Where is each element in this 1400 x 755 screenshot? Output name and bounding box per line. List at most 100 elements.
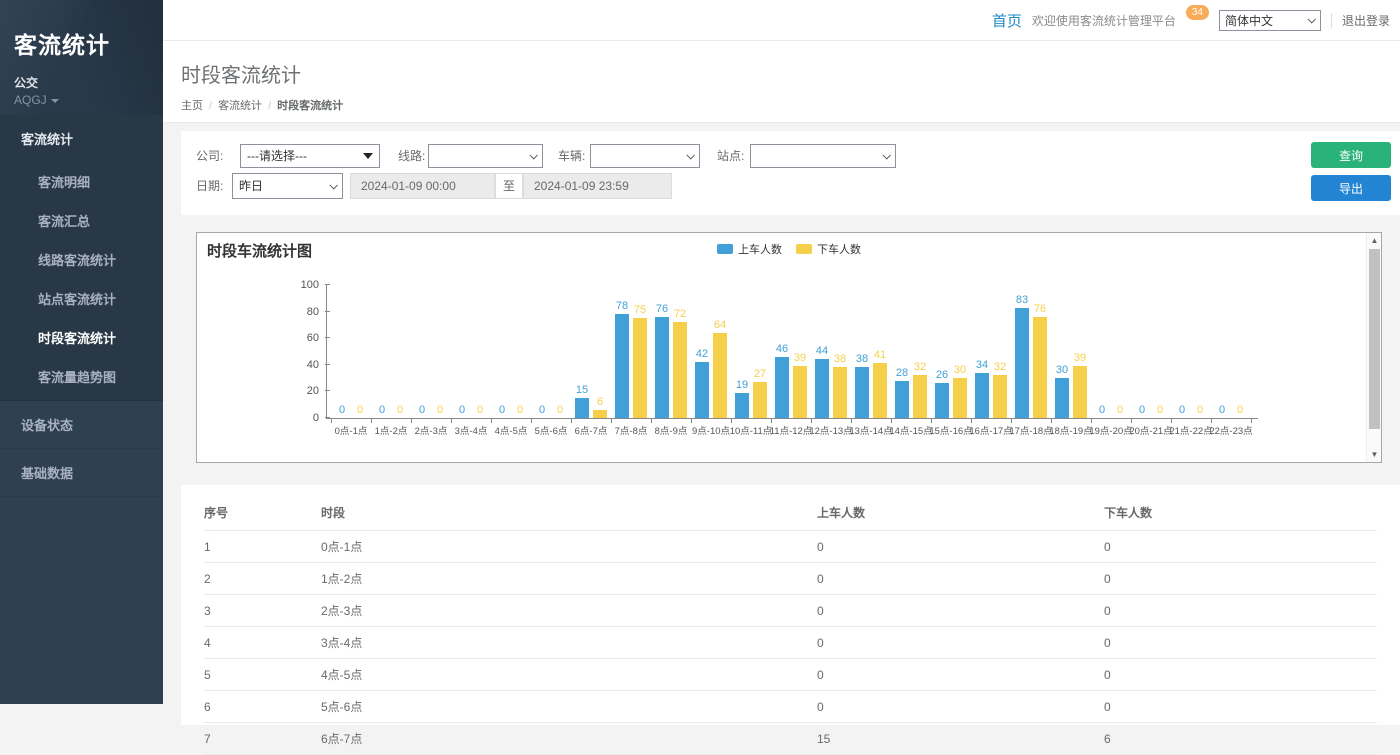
language-select[interactable]: 简体中文 bbox=[1219, 10, 1321, 31]
x-axis-label: 4点-5点 bbox=[495, 423, 528, 437]
bar-wrap: 0 bbox=[1135, 285, 1149, 418]
sidebar-subitem[interactable]: 站点客流统计 bbox=[0, 279, 163, 318]
bar-下车人数 bbox=[713, 333, 727, 418]
bar-上车人数 bbox=[1015, 308, 1029, 418]
user-menu[interactable]: AQGJ bbox=[14, 93, 149, 107]
bar-value-label: 0 bbox=[499, 404, 505, 416]
sidebar-subitem[interactable]: 客流汇总 bbox=[0, 201, 163, 240]
date-end-input[interactable]: 2024-01-09 23:59 bbox=[523, 173, 672, 199]
y-axis: 020406080100 bbox=[289, 285, 319, 418]
bar-value-label: 0 bbox=[437, 404, 443, 416]
bar-value-label: 28 bbox=[896, 367, 908, 379]
bar-value-label: 0 bbox=[1157, 404, 1163, 416]
bar-value-label: 27 bbox=[754, 368, 766, 380]
bar-下车人数 bbox=[1033, 317, 1047, 418]
legend-item[interactable]: 下车人数 bbox=[796, 241, 861, 257]
table-cell: 2 bbox=[204, 563, 321, 595]
sidebar-item-1[interactable]: 设备状态 bbox=[0, 401, 163, 448]
sidebar-section-2: 基础数据 bbox=[0, 449, 163, 497]
chevron-down-icon bbox=[51, 99, 59, 103]
x-axis-label: 20点-21点 bbox=[1129, 423, 1172, 437]
sidebar-subitem[interactable]: 客流量趋势图 bbox=[0, 357, 163, 400]
bar-value-label: 34 bbox=[976, 359, 988, 371]
bar-上车人数 bbox=[975, 373, 989, 418]
x-tick-mark bbox=[891, 419, 892, 423]
x-tick-mark bbox=[771, 419, 772, 423]
home-link[interactable]: 首页 bbox=[992, 10, 1022, 31]
table-cell: 0 bbox=[1104, 691, 1377, 723]
bar-wrap: 0 bbox=[393, 285, 407, 418]
x-axis-line bbox=[326, 418, 1258, 419]
y-axis-label: 0 bbox=[313, 412, 319, 424]
chart-scrollbar[interactable]: ▲ ▼ bbox=[1366, 233, 1381, 462]
bar-wrap: 0 bbox=[495, 285, 509, 418]
table-row: 43点-4点00 bbox=[204, 627, 1377, 659]
x-tick-mark bbox=[651, 419, 652, 423]
chart-bar-group: 0019点-20点 bbox=[1091, 285, 1131, 418]
bar-wrap: 0 bbox=[375, 285, 389, 418]
logout-link[interactable]: 退出登录 bbox=[1342, 12, 1390, 29]
x-tick-mark bbox=[611, 419, 612, 423]
sidebar-item-2[interactable]: 基础数据 bbox=[0, 449, 163, 496]
chart-bar-group: 78757点-8点 bbox=[611, 285, 651, 418]
chevron-down-icon bbox=[686, 151, 694, 159]
bar-value-label: 0 bbox=[539, 404, 545, 416]
bar-value-label: 42 bbox=[696, 348, 708, 360]
x-axis-label: 11点-12点 bbox=[770, 423, 813, 437]
line-select[interactable] bbox=[428, 144, 543, 168]
bar-下车人数 bbox=[833, 367, 847, 418]
chevron-down-icon bbox=[529, 151, 537, 159]
legend-item[interactable]: 上车人数 bbox=[717, 241, 782, 257]
company-select[interactable]: ---请选择--- bbox=[240, 144, 380, 168]
table-row: 21点-2点00 bbox=[204, 563, 1377, 595]
notification-badge[interactable]: 34 bbox=[1186, 5, 1209, 20]
x-axis-label: 6点-7点 bbox=[575, 423, 608, 437]
x-axis-label: 2点-3点 bbox=[415, 423, 448, 437]
scroll-up-icon[interactable]: ▲ bbox=[1367, 233, 1382, 248]
x-tick-mark bbox=[531, 419, 532, 423]
date-preset-select[interactable]: 昨日 bbox=[232, 173, 343, 199]
scroll-down-icon[interactable]: ▼ bbox=[1367, 447, 1382, 462]
bar-上车人数 bbox=[1055, 378, 1069, 418]
table-header-cell: 上车人数 bbox=[817, 495, 1104, 531]
x-tick-mark bbox=[971, 419, 972, 423]
bar-value-label: 38 bbox=[834, 353, 846, 365]
sidebar-subitem[interactable]: 客流明细 bbox=[0, 162, 163, 201]
sidebar-subitem[interactable]: 时段客流统计 bbox=[0, 318, 163, 357]
x-axis-label: 17点-18点 bbox=[1009, 423, 1052, 437]
breadcrumb-item[interactable]: 客流统计 bbox=[218, 100, 262, 112]
table-header-cell: 时段 bbox=[321, 495, 817, 531]
date-start-input[interactable]: 2024-01-09 00:00 bbox=[350, 173, 495, 199]
bar-value-label: 0 bbox=[1197, 404, 1203, 416]
table-cell: 0 bbox=[1104, 563, 1377, 595]
export-button[interactable]: 导出 bbox=[1311, 175, 1391, 201]
bar-value-label: 0 bbox=[1139, 404, 1145, 416]
scrollbar-thumb[interactable] bbox=[1369, 249, 1380, 429]
table-header-row: 序号时段上车人数下车人数 bbox=[204, 495, 1377, 531]
sidebar-item-0[interactable]: 客流统计 bbox=[0, 115, 163, 162]
bar-上车人数 bbox=[895, 381, 909, 418]
x-tick-mark bbox=[1131, 419, 1132, 423]
breadcrumb-item[interactable]: 主页 bbox=[181, 100, 203, 112]
vehicle-label: 车辆: bbox=[558, 144, 585, 168]
y-axis-label: 60 bbox=[307, 332, 319, 344]
legend-label: 下车人数 bbox=[817, 241, 861, 257]
chevron-down-icon bbox=[329, 181, 337, 189]
page-title: 时段客流统计 bbox=[181, 59, 1400, 88]
x-tick-mark bbox=[411, 419, 412, 423]
dropdown-arrow-icon bbox=[363, 153, 373, 159]
x-tick-mark bbox=[1251, 419, 1252, 423]
bar-上车人数 bbox=[935, 383, 949, 418]
y-axis-label: 100 bbox=[301, 279, 319, 291]
date-separator: 至 bbox=[495, 173, 523, 199]
chart-bar-group: 0020点-21点 bbox=[1131, 285, 1171, 418]
bar-value-label: 38 bbox=[856, 353, 868, 365]
query-button[interactable]: 查询 bbox=[1311, 142, 1391, 168]
vehicle-select[interactable] bbox=[590, 144, 700, 168]
x-tick-mark bbox=[571, 419, 572, 423]
bar-value-label: 0 bbox=[1179, 404, 1185, 416]
sidebar-subitem[interactable]: 线路客流统计 bbox=[0, 240, 163, 279]
bar-value-label: 0 bbox=[397, 404, 403, 416]
station-select[interactable] bbox=[750, 144, 896, 168]
chart-bar-group: 303918点-19点 bbox=[1051, 285, 1091, 418]
